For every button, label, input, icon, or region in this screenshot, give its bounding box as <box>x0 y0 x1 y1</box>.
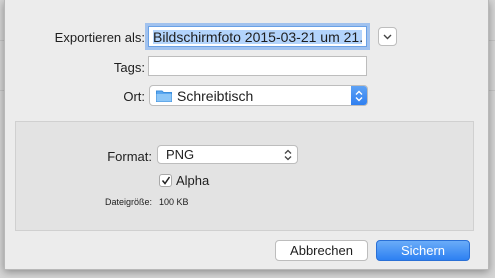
checkmark-icon <box>161 176 170 185</box>
filesize-value: 100 KB <box>159 197 189 207</box>
location-popup[interactable]: Schreibtisch <box>149 85 368 106</box>
location-value: Schreibtisch <box>177 87 254 104</box>
filesize-label: Dateigröße: <box>104 197 152 207</box>
tags-label: Tags: <box>113 60 145 75</box>
updown-arrows-icon <box>355 90 363 101</box>
expand-dialog-button[interactable] <box>378 27 397 46</box>
filename-field[interactable]: Bildschirmfoto 2015-03-21 um 21.3 <box>148 26 367 47</box>
export-as-label: Exportieren als: <box>54 30 145 45</box>
cancel-button[interactable]: Abbrechen <box>275 240 368 261</box>
chevron-down-icon <box>383 34 392 39</box>
format-value: PNG <box>166 147 195 162</box>
export-dialog: Exportieren als: Bildschirmfoto 2015-03-… <box>4 0 489 270</box>
updown-arrows-icon <box>284 149 292 161</box>
save-button[interactable]: Sichern <box>376 240 470 261</box>
folder-icon <box>156 90 172 102</box>
location-stepper <box>351 86 367 105</box>
format-label: Format: <box>107 149 152 164</box>
location-label: Ort: <box>123 89 145 104</box>
alpha-checkbox[interactable] <box>159 174 172 187</box>
tags-field[interactable] <box>148 56 367 76</box>
format-options-panel: Format: PNG Alpha Dateigröße: 100 KB <box>15 121 474 231</box>
alpha-label: Alpha <box>176 173 210 188</box>
filename-text: Bildschirmfoto 2015-03-21 um 21.3 <box>153 30 362 44</box>
format-popup[interactable]: PNG <box>157 145 298 164</box>
